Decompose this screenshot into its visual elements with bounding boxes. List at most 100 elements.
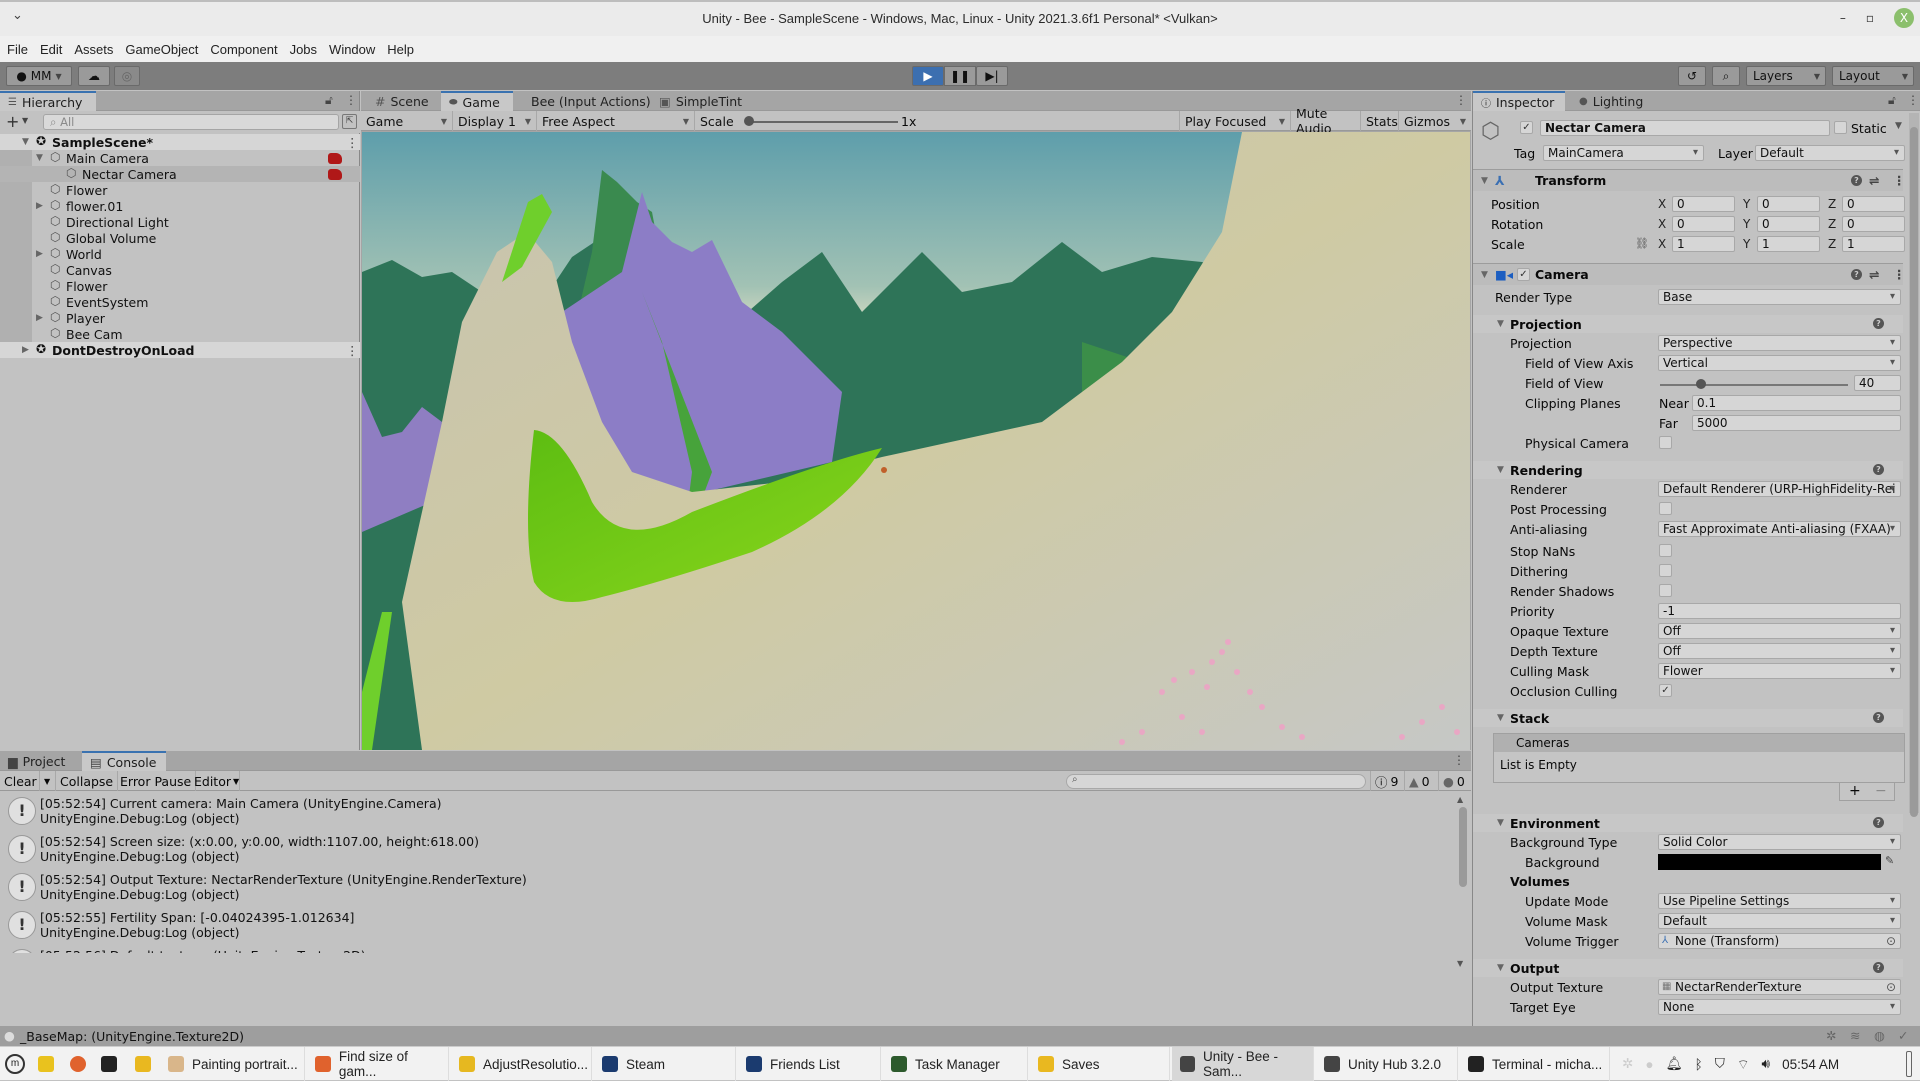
hierarchy-item[interactable]: ⬡ Nectar Camera [0, 166, 360, 182]
active-checkbox[interactable]: ✓ [1520, 121, 1533, 134]
static-checkbox[interactable] [1834, 121, 1847, 134]
update-mode-dropdown[interactable]: Use Pipeline Settings [1658, 893, 1901, 909]
hierarchy-item[interactable]: ⬡ Directional Light [0, 214, 360, 230]
near-clip-field[interactable]: 0.1 [1692, 395, 1901, 411]
taskbar-window-button[interactable]: Find size of gam... [307, 1047, 449, 1081]
taskbar-window-button[interactable]: Saves [1030, 1047, 1170, 1081]
scroll-down-icon[interactable]: ▼ [1457, 959, 1463, 968]
object-picker-icon[interactable]: ⊙ [1886, 980, 1896, 994]
console-log-entry[interactable]: ! [05:52:54] Screen size: (x:0.00, y:0.00… [0, 831, 1455, 869]
error-count-toggle[interactable]: ● 0 [1438, 771, 1469, 791]
layer-dropdown[interactable]: Default [1755, 145, 1905, 161]
taskbar-window-button[interactable]: Terminal - micha... [1460, 1047, 1610, 1081]
render-type-dropdown[interactable]: Base [1658, 289, 1901, 305]
lock-icon[interactable]: 🔓︎ [325, 93, 333, 108]
hierarchy-item[interactable]: ▼ ⬡ Main Camera [0, 150, 360, 166]
eyedropper-icon[interactable]: ✎ [1885, 854, 1894, 867]
tab-game[interactable]: ⬬ Game [441, 91, 513, 111]
pause-button[interactable]: ❚❚ [944, 66, 976, 86]
chevron-down-icon[interactable]: ▼ [22, 116, 28, 125]
hierarchy-item[interactable]: ⬡ Global Volume [0, 230, 360, 246]
display-dropdown[interactable]: Display 1 ▼ [453, 111, 537, 131]
console-log-entry[interactable]: ! [05:52:54] Output Texture: NectarRender… [0, 869, 1455, 907]
hierarchy-item[interactable]: ⬡ Flower [0, 182, 360, 198]
tab-inspector[interactable]: ⓘ Inspector [1473, 91, 1565, 111]
hierarchy-item[interactable]: ⬡ Bee Cam [0, 326, 360, 342]
scroll-up-icon[interactable]: ▲ [1457, 795, 1463, 804]
maximize-button[interactable]: ▫ [1866, 11, 1874, 25]
game-mode-dropdown[interactable]: Game ▼ [361, 111, 453, 131]
menu-file[interactable]: File [7, 42, 34, 57]
taskbar-window-button[interactable]: Task Manager [883, 1047, 1028, 1081]
transform-position-z-field[interactable]: 0 [1842, 196, 1905, 212]
hierarchy-item[interactable]: ▶ ⬡ Player [0, 310, 360, 326]
hierarchy-item[interactable]: ▶ ⬡ World [0, 246, 360, 262]
transform-component-header[interactable]: ▼ ⅄ Transform ? ⇌ ⋮ [1473, 169, 1906, 191]
projection-section-header[interactable]: ▼ Projection? [1473, 315, 1903, 333]
tag-dropdown[interactable]: MainCamera [1543, 145, 1704, 161]
collapse-triangle-icon[interactable]: ▶ [22, 345, 32, 355]
scene-visibility-button[interactable]: ⇱ [342, 114, 357, 129]
clock[interactable]: 05:54 AM [1782, 1057, 1839, 1072]
help-icon[interactable]: ? [1873, 464, 1884, 475]
transform-rotation-z-field[interactable]: 0 [1842, 216, 1905, 232]
shield-icon[interactable]: ⛉ [1715, 1056, 1725, 1072]
play-focused-dropdown[interactable]: Play Focused ▼ [1179, 111, 1291, 131]
volume-mask-dropdown[interactable]: Default [1658, 913, 1901, 929]
gameobject-cube-icon[interactable]: ⬡ [1481, 119, 1500, 144]
clear-options-dropdown[interactable]: ▼ [40, 771, 56, 791]
hierarchy-item[interactable]: ⬡ EventSystem [0, 294, 360, 310]
menu-assets[interactable]: Assets [74, 42, 119, 57]
tab-project[interactable]: ▆ Project [0, 751, 80, 771]
unity-tray-icon[interactable]: ✲ [1622, 1056, 1633, 1072]
tab-lighting[interactable]: ● Lighting [1571, 91, 1651, 111]
transform-rotation-x-field[interactable]: 0 [1672, 216, 1735, 232]
culling-mask-dropdown[interactable]: Flower [1658, 663, 1901, 679]
transform-scale-z-field[interactable]: 1 [1842, 236, 1905, 252]
more-options-icon[interactable]: ⋮ [345, 93, 357, 107]
collapse-triangle-icon[interactable]: ▶ [36, 249, 46, 259]
start-menu-icon[interactable]: m [5, 1054, 25, 1074]
menu-gameobject[interactable]: GameObject [125, 42, 204, 57]
transform-rotation-y-field[interactable]: 0 [1757, 216, 1820, 232]
check-icon[interactable]: ✓ [1898, 1028, 1908, 1043]
console-scroll-thumb[interactable] [1459, 807, 1467, 887]
link-icon[interactable]: ⛓ [1635, 237, 1649, 250]
output-section-header[interactable]: ▼ Output? [1473, 959, 1903, 977]
taskbar-window-button[interactable]: AdjustResolutio... [451, 1047, 592, 1081]
environment-section-header[interactable]: ▼ Environment? [1473, 814, 1903, 832]
game-render-viewport[interactable] [362, 132, 1470, 750]
bluetooth-icon[interactable]: ᛒ [1695, 1057, 1703, 1072]
inspector-scroll-thumb[interactable] [1910, 127, 1918, 817]
expand-triangle-icon[interactable]: ▼ [22, 137, 32, 147]
menu-help[interactable]: Help [387, 42, 420, 57]
more-options-icon[interactable]: ⋮ [1893, 267, 1906, 282]
fov-axis-dropdown[interactable]: Vertical [1658, 355, 1901, 371]
layout-dropdown[interactable]: Layout ▼ [1832, 66, 1914, 86]
tab-console[interactable]: ▤ Console [82, 751, 166, 771]
search-button[interactable]: ⌕ [1712, 66, 1740, 86]
close-button[interactable]: X [1894, 8, 1914, 28]
collapse-triangle-icon[interactable]: ▶ [36, 313, 46, 323]
hierarchy-item[interactable]: ▶ ⬡ flower.01 [0, 198, 360, 214]
step-button[interactable]: ▶| [976, 66, 1008, 86]
minimize-button[interactable]: – [1840, 11, 1846, 25]
transform-scale-x-field[interactable]: 1 [1672, 236, 1735, 252]
render-shadows-checkbox[interactable] [1659, 584, 1672, 597]
console-log-entry[interactable]: ! [05:52:54] Current camera: Main Camera … [0, 793, 1455, 831]
taskbar-window-button[interactable]: Friends List [738, 1047, 881, 1081]
menu-edit[interactable]: Edit [40, 42, 68, 57]
fov-slider-track[interactable] [1660, 384, 1848, 386]
console-scrollbar[interactable]: ▲ ▼ [1457, 795, 1469, 975]
opaque-texture-dropdown[interactable]: Off [1658, 623, 1901, 639]
more-options-icon[interactable]: ⋮ [1907, 93, 1919, 107]
history-button[interactable]: ↺ [1678, 66, 1706, 86]
debug-icon[interactable]: ✲ [1826, 1028, 1836, 1043]
cloud-button[interactable]: ☁ [78, 66, 110, 86]
target-eye-dropdown[interactable]: None [1658, 999, 1901, 1015]
object-picker-icon[interactable]: ⊙ [1886, 934, 1896, 948]
help-icon[interactable]: ? [1873, 318, 1884, 329]
aspect-dropdown[interactable]: Free Aspect ▼ [537, 111, 695, 131]
hierarchy-search-input[interactable]: ⌕ All [43, 114, 339, 130]
physical-camera-checkbox[interactable] [1659, 436, 1672, 449]
